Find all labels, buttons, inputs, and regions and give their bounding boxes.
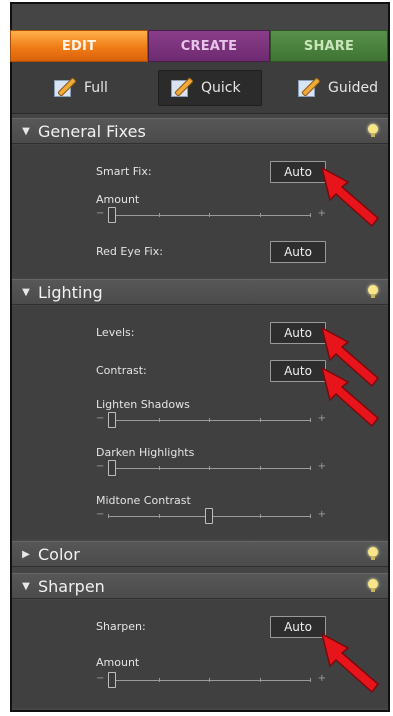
slider-tick (209, 678, 210, 682)
slider-tick (209, 418, 210, 422)
collapsed-triangle-icon: ▶ (22, 548, 30, 560)
slider-tick (159, 678, 160, 682)
sharpen-amount-slider[interactable]: − + (96, 672, 326, 690)
auto-label: Auto (284, 326, 312, 340)
tab-edit-label: EDIT (61, 38, 97, 54)
levels-label: Levels: (96, 326, 135, 339)
slider-tick (310, 418, 311, 422)
slider-plus-sign: + (317, 509, 326, 520)
smart-fix-label: Smart Fix: (96, 165, 152, 178)
guided-edit-label: Guided (328, 80, 378, 96)
slider-thumb[interactable] (108, 672, 116, 688)
guided-edit-icon (296, 77, 320, 99)
lighten-shadows-label: Lighten Shadows (96, 398, 190, 411)
slider-tick (310, 466, 311, 470)
quick-fix-label: Quick (201, 80, 241, 96)
slider-tick (310, 678, 311, 682)
slider-tick (159, 213, 160, 217)
slider-thumb[interactable] (108, 412, 116, 428)
auto-label: Auto (284, 364, 312, 378)
annotation-arrow-icon (318, 362, 382, 428)
slider-minus-sign: − (96, 461, 105, 472)
expand-triangle-icon: ▼ (22, 286, 30, 298)
smart-fix-amount-slider[interactable]: − + (96, 207, 326, 225)
tab-create-label: CREATE (180, 38, 238, 54)
full-edit-label: Full (84, 80, 108, 96)
red-eye-fix-label: Red Eye Fix: (96, 245, 163, 258)
slider-plus-sign: + (317, 461, 326, 472)
darken-highlights-slider[interactable]: − + (96, 460, 326, 478)
darken-highlights-label: Darken Highlights (96, 446, 195, 459)
section-title: Color (38, 544, 80, 564)
tip-bulb-icon[interactable] (368, 579, 378, 593)
section-title: General Fixes (38, 121, 146, 141)
section-title: Sharpen (38, 576, 105, 596)
tip-bulb-icon[interactable] (368, 124, 378, 138)
tip-bulb-icon[interactable] (368, 547, 378, 561)
slider-tick (159, 418, 160, 422)
tab-create[interactable]: CREATE (148, 30, 270, 62)
tab-share[interactable]: SHARE (270, 30, 388, 62)
tab-share-label: SHARE (303, 38, 355, 54)
expand-triangle-icon: ▼ (22, 125, 30, 137)
quick-fix-icon (169, 77, 193, 99)
slider-tick (260, 418, 261, 422)
slider-minus-sign: − (96, 673, 105, 684)
quick-fix-button[interactable]: Quick (158, 70, 262, 106)
guided-edit-button[interactable]: Guided (296, 70, 378, 106)
full-edit-button[interactable]: Full (52, 70, 108, 106)
midtone-contrast-slider[interactable]: − + (96, 508, 326, 526)
red-eye-auto-button[interactable]: Auto (270, 241, 326, 263)
auto-label: Auto (284, 165, 312, 179)
auto-label: Auto (284, 620, 312, 634)
tab-edit[interactable]: EDIT (10, 30, 148, 62)
slider-tick (260, 213, 261, 217)
slider-minus-sign: − (96, 509, 105, 520)
amount-label: Amount (96, 193, 140, 206)
annotation-arrow-icon (318, 628, 382, 694)
contrast-label: Contrast: (96, 364, 147, 377)
slider-tick (310, 514, 311, 518)
amount-label: Amount (96, 656, 140, 669)
slider-tick (310, 213, 311, 217)
slider-thumb[interactable] (205, 508, 213, 524)
section-header-general-fixes[interactable]: ▼ General Fixes (12, 118, 388, 144)
slider-tick (260, 466, 261, 470)
slider-minus-sign: − (96, 413, 105, 424)
full-edit-icon (52, 77, 76, 99)
sharpen-label: Sharpen: (96, 620, 146, 633)
slider-tick (108, 514, 109, 518)
auto-label: Auto (284, 245, 312, 259)
section-title: Lighting (38, 282, 103, 302)
slider-thumb[interactable] (108, 207, 116, 223)
slider-tick (260, 514, 261, 518)
slider-tick (209, 213, 210, 217)
annotation-arrow-icon (318, 162, 382, 228)
lighten-shadows-slider[interactable]: − + (96, 412, 326, 430)
expand-triangle-icon: ▼ (22, 580, 30, 592)
slider-tick (209, 466, 210, 470)
section-header-sharpen[interactable]: ▼ Sharpen (12, 573, 388, 599)
slider-tick (159, 466, 160, 470)
tip-bulb-icon[interactable] (368, 285, 378, 299)
slider-minus-sign: − (96, 208, 105, 219)
section-header-lighting[interactable]: ▼ Lighting (12, 279, 388, 305)
edit-mode-bar: Full Quick Guided (12, 62, 388, 114)
slider-thumb[interactable] (108, 460, 116, 476)
section-header-color[interactable]: ▶ Color (12, 541, 388, 567)
midtone-contrast-label: Midtone Contrast (96, 494, 191, 507)
slider-tick (159, 514, 160, 518)
slider-tick (260, 678, 261, 682)
